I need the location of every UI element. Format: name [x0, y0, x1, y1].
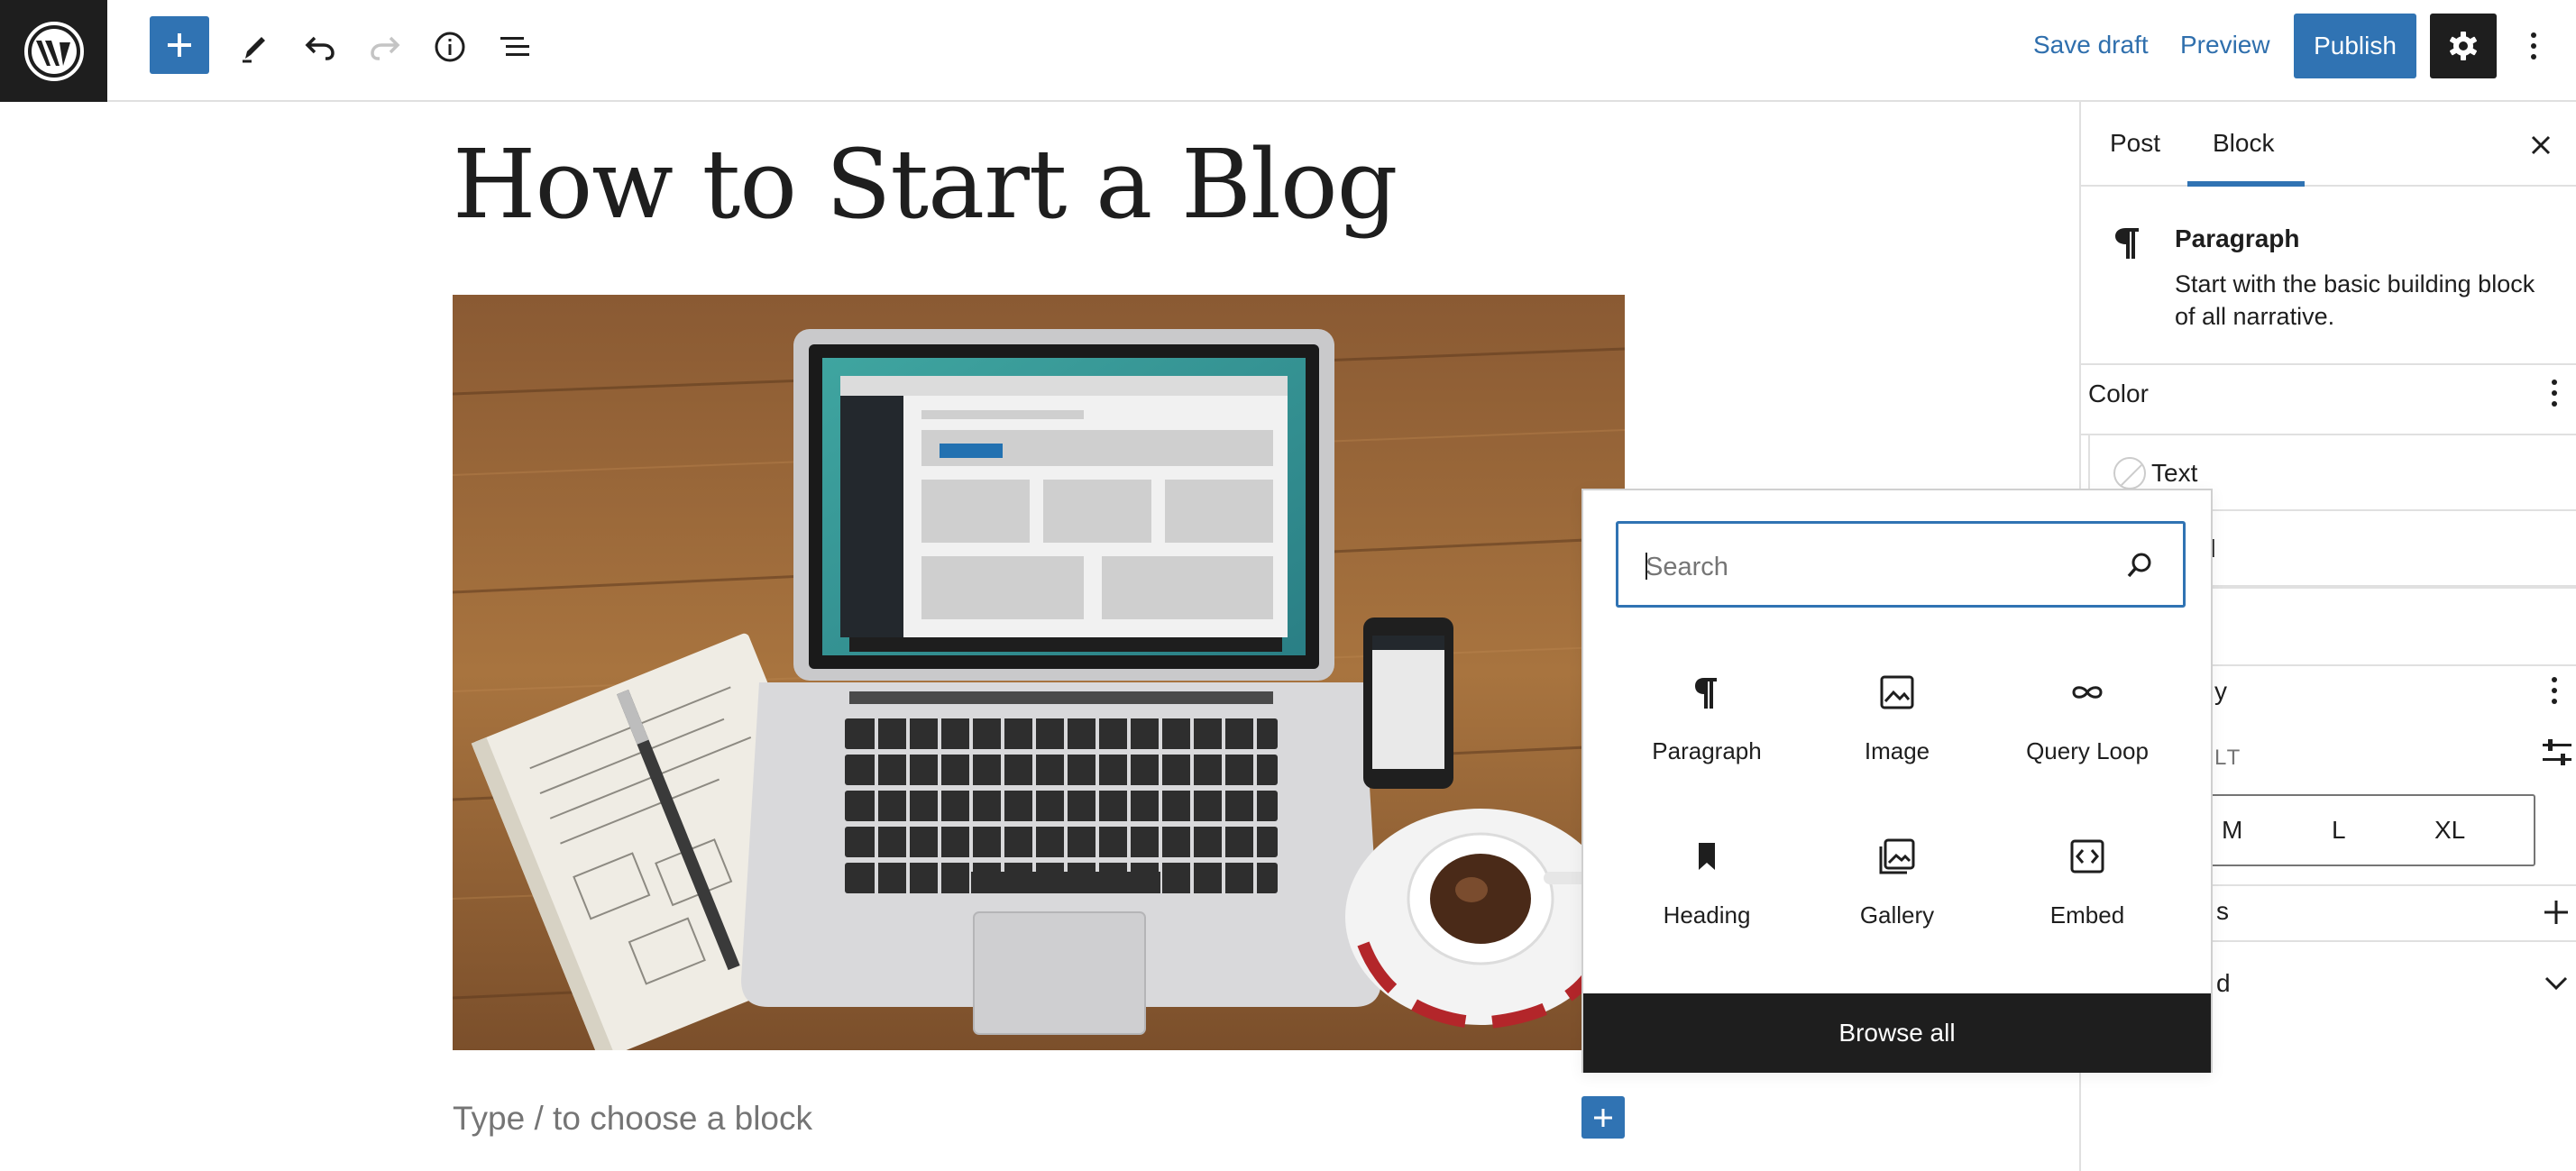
options-menu-button[interactable]	[2516, 14, 2552, 78]
document-overview-button[interactable]	[485, 18, 545, 76]
undo-icon	[305, 36, 335, 60]
info-icon	[435, 32, 465, 62]
block-name: Paragraph	[2175, 224, 2300, 252]
font-size-label: LT	[2214, 746, 2242, 770]
settings-sliders-icon	[2543, 739, 2571, 765]
font-size-m[interactable]: M	[2222, 816, 2242, 845]
block-description: Start with the basic building block of a…	[2175, 270, 2535, 330]
plus-icon	[1594, 1108, 1612, 1127]
paragraph-icon	[1693, 672, 1720, 712]
search-icon	[2123, 549, 2156, 581]
font-size-xl[interactable]: XL	[2434, 816, 2465, 845]
gallery-icon	[1878, 837, 1916, 876]
block-option-label: Heading	[1663, 901, 1751, 929]
more-vertical-icon	[2531, 32, 2536, 59]
chevron-down-icon	[2544, 976, 2568, 991]
font-size-l[interactable]: L	[2332, 816, 2346, 845]
dimensions-add-button[interactable]	[2543, 899, 2570, 926]
block-option-query-loop[interactable]: Query Loop	[1993, 658, 2182, 802]
block-option-label: Image	[1864, 737, 1930, 764]
settings-button[interactable]	[2430, 14, 2497, 78]
empty-swatch-icon	[2113, 457, 2146, 489]
add-block-button[interactable]	[1581, 1096, 1625, 1139]
embed-icon	[2069, 837, 2105, 876]
block-option-heading[interactable]: Heading	[1612, 822, 1801, 966]
redo-icon	[371, 36, 400, 60]
block-option-embed[interactable]: Embed	[1993, 822, 2182, 966]
preview-button[interactable]: Preview	[2180, 31, 2270, 59]
block-inserter-toggle[interactable]	[150, 16, 209, 74]
text-color-label: Text	[2151, 459, 2198, 487]
publish-button[interactable]: Publish	[2294, 14, 2416, 78]
block-option-paragraph[interactable]: Paragraph	[1612, 658, 1801, 802]
search-placeholder: Search	[1646, 553, 1728, 581]
block-option-gallery[interactable]: Gallery	[1802, 822, 1992, 966]
featured-image-block[interactable]	[453, 295, 1625, 1050]
block-appender-placeholder[interactable]: Type / to choose a block	[453, 1100, 812, 1138]
advanced-panel-title: d	[2216, 969, 2231, 997]
post-title[interactable]: How to Start a Blog	[453, 129, 1398, 240]
wordpress-logo-button[interactable]	[0, 0, 107, 102]
paragraph-icon	[2113, 224, 2142, 261]
tools-button[interactable]	[225, 18, 285, 76]
close-sidebar-button[interactable]	[2523, 127, 2559, 163]
advanced-toggle-button[interactable]	[2543, 974, 2570, 993]
custom-size-button[interactable]	[2541, 738, 2573, 767]
heading-icon	[1693, 837, 1720, 876]
typography-options-button[interactable]	[2550, 675, 2559, 706]
block-search-input[interactable]: Search	[1616, 521, 2186, 608]
pencil-icon	[243, 37, 265, 63]
sidebar-tabs: Post Block	[2081, 102, 2576, 187]
editor-header: Save draft Preview Publish	[0, 0, 2576, 102]
more-vertical-icon	[2552, 380, 2557, 407]
block-option-label: Gallery	[1859, 901, 1935, 929]
save-draft-button[interactable]: Save draft	[2033, 31, 2149, 59]
block-option-label: Query Loop	[2026, 737, 2149, 764]
typography-panel-title: y	[2214, 677, 2227, 705]
wordpress-logo-icon	[23, 21, 84, 81]
color-panel-title: Color	[2088, 380, 2149, 407]
quick-inserter-popover: Search Paragraph Image Query Loop Headin…	[1581, 489, 2213, 1073]
text-caret	[1646, 553, 1647, 580]
undo-button[interactable]	[290, 18, 350, 76]
redo-button[interactable]	[355, 18, 415, 76]
tab-block[interactable]: Block	[2213, 129, 2274, 158]
tab-post[interactable]: Post	[2110, 129, 2160, 158]
plus-icon	[168, 33, 191, 57]
more-vertical-icon	[2552, 677, 2557, 704]
gear-icon	[2450, 32, 2477, 60]
laptop-desk-photo	[453, 295, 1625, 1050]
color-options-button[interactable]	[2550, 378, 2559, 408]
block-option-image[interactable]: Image	[1802, 658, 1992, 802]
list-view-icon	[500, 37, 529, 56]
dimensions-panel-title: s	[2216, 897, 2229, 925]
close-icon	[2531, 135, 2551, 155]
plus-icon	[2544, 901, 2568, 924]
query-loop-icon	[2069, 672, 2105, 712]
block-option-label: Embed	[2049, 901, 2125, 929]
block-card: Paragraph Start with the basic building …	[2081, 188, 2576, 365]
browse-all-button[interactable]: Browse all	[1583, 993, 2211, 1073]
image-icon	[1879, 672, 1915, 712]
active-tab-indicator	[2187, 181, 2305, 187]
block-option-label: Paragraph	[1652, 737, 1762, 764]
details-button[interactable]	[420, 18, 480, 76]
